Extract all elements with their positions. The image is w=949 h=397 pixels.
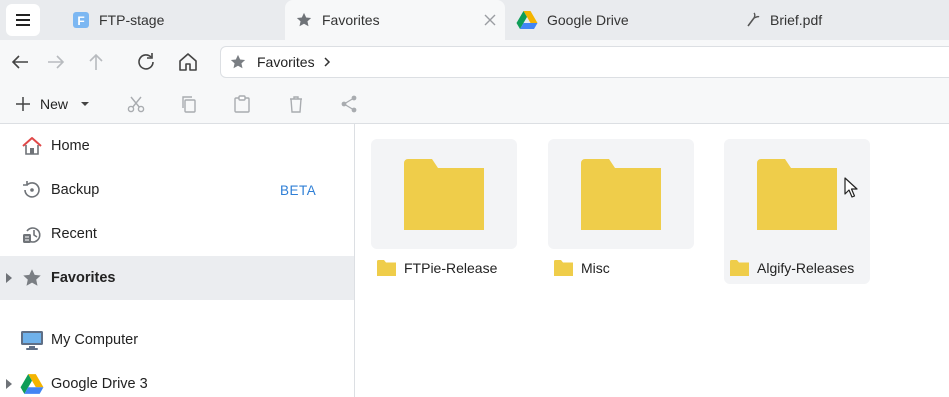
- folder-name-row: Algify-Releases: [730, 257, 854, 279]
- sidebar-item-google-drive-3[interactable]: Google Drive 3: [0, 362, 354, 397]
- new-button[interactable]: New: [14, 92, 90, 116]
- file-grid: FTPie-Release Misc Algify-Releases: [356, 124, 949, 397]
- address-bar[interactable]: Favorites: [220, 46, 949, 78]
- copy-icon: [182, 96, 196, 113]
- home-icon: [20, 134, 44, 158]
- backup-icon: [20, 178, 44, 202]
- star-icon: [230, 54, 246, 69]
- sidebar-item-recent[interactable]: Recent: [0, 212, 354, 256]
- star-icon: [296, 12, 312, 27]
- ftp-app-icon: F: [73, 12, 89, 28]
- share-button[interactable]: [339, 92, 359, 116]
- folder-icon: [404, 159, 484, 230]
- close-icon[interactable]: [483, 13, 497, 27]
- navigation-bar: Favorites: [0, 40, 949, 84]
- folder-thumbnail: [548, 139, 694, 249]
- sidebar-item-label: Backup: [51, 182, 100, 198]
- cut-button[interactable]: [126, 92, 146, 116]
- main-menu-button[interactable]: [6, 4, 40, 36]
- tab-brief-pdf[interactable]: Brief.pdf: [727, 0, 949, 40]
- folder-icon: [554, 260, 573, 276]
- share-icon: [341, 95, 357, 113]
- clipboard-icon: [234, 95, 250, 113]
- arrow-up-icon: [89, 53, 103, 70]
- trash-icon: [290, 96, 302, 113]
- sidebar-item-my-computer[interactable]: My Computer: [0, 318, 354, 362]
- sidebar-item-label: My Computer: [51, 332, 139, 348]
- recent-icon: [20, 222, 44, 246]
- tab-ftp-stage[interactable]: F FTP-stage: [64, 0, 284, 40]
- sidebar-item-label: Recent: [51, 226, 97, 242]
- refresh-button[interactable]: [134, 50, 158, 74]
- google-drive-icon: [20, 372, 44, 396]
- refresh-icon: [138, 53, 154, 70]
- sidebar-item-label: Google Drive 3: [51, 376, 148, 392]
- up-button[interactable]: [84, 50, 108, 74]
- back-button[interactable]: [8, 50, 32, 74]
- home-button[interactable]: [176, 50, 200, 74]
- folder-name-row: FTPie-Release: [377, 257, 497, 279]
- plus-icon: [16, 97, 30, 111]
- folder-thumbnail: [371, 139, 517, 249]
- tab-favorites[interactable]: Favorites: [285, 0, 505, 40]
- folder-tile[interactable]: Algify-Releases: [724, 139, 870, 284]
- scissors-icon: [127, 96, 145, 113]
- svg-text:F: F: [77, 14, 84, 28]
- breadcrumb-favorites[interactable]: Favorites: [257, 54, 315, 70]
- caret-down-icon: [81, 102, 90, 106]
- star-icon: [20, 266, 44, 290]
- sidebar-item-label: Favorites: [51, 270, 116, 286]
- expand-arrow-icon[interactable]: [6, 379, 12, 389]
- folder-icon: [581, 159, 661, 230]
- forward-button[interactable]: [44, 50, 68, 74]
- folder-name: Misc: [581, 260, 610, 276]
- sidebar-item-favorites[interactable]: Favorites: [0, 256, 354, 300]
- sidebar: Home Backup BETA Recent Favorites My Com…: [0, 124, 355, 397]
- tab-label: Favorites: [322, 12, 380, 28]
- arrow-right-icon: [48, 55, 65, 69]
- delete-button[interactable]: [286, 92, 306, 116]
- folder-tile[interactable]: Misc: [548, 139, 694, 284]
- folder-name: FTPie-Release: [404, 260, 498, 276]
- paste-button[interactable]: [232, 92, 252, 116]
- sidebar-item-home[interactable]: Home: [0, 124, 354, 168]
- computer-icon: [20, 328, 44, 352]
- tab-label: Brief.pdf: [770, 12, 823, 28]
- expand-arrow-icon[interactable]: [6, 273, 12, 283]
- toolbar: New: [0, 84, 949, 124]
- hamburger-icon: [16, 14, 30, 26]
- tab-label: Google Drive: [547, 12, 629, 28]
- pdf-link-icon: [747, 12, 760, 27]
- sidebar-item-label: Home: [51, 138, 90, 154]
- beta-badge: BETA: [280, 182, 317, 198]
- folder-icon: [757, 159, 837, 230]
- folder-icon: [377, 260, 396, 276]
- folder-tile[interactable]: FTPie-Release: [371, 139, 517, 284]
- folder-name: Algify-Releases: [757, 260, 855, 276]
- copy-button[interactable]: [179, 92, 199, 116]
- tab-google-drive[interactable]: Google Drive: [506, 0, 726, 40]
- arrow-left-icon: [11, 55, 28, 69]
- tab-label: FTP-stage: [99, 12, 165, 28]
- new-button-label: New: [40, 96, 69, 112]
- tab-bar: F FTP-stage Favorites Google Drive Brief…: [0, 0, 949, 40]
- home-outline-icon: [179, 53, 197, 71]
- sidebar-item-backup[interactable]: Backup BETA: [0, 168, 354, 212]
- google-drive-icon: [516, 11, 538, 29]
- folder-name-row: Misc: [554, 257, 610, 279]
- chevron-right-icon[interactable]: [323, 57, 331, 67]
- folder-icon: [730, 260, 749, 276]
- mouse-cursor-icon: [844, 177, 858, 198]
